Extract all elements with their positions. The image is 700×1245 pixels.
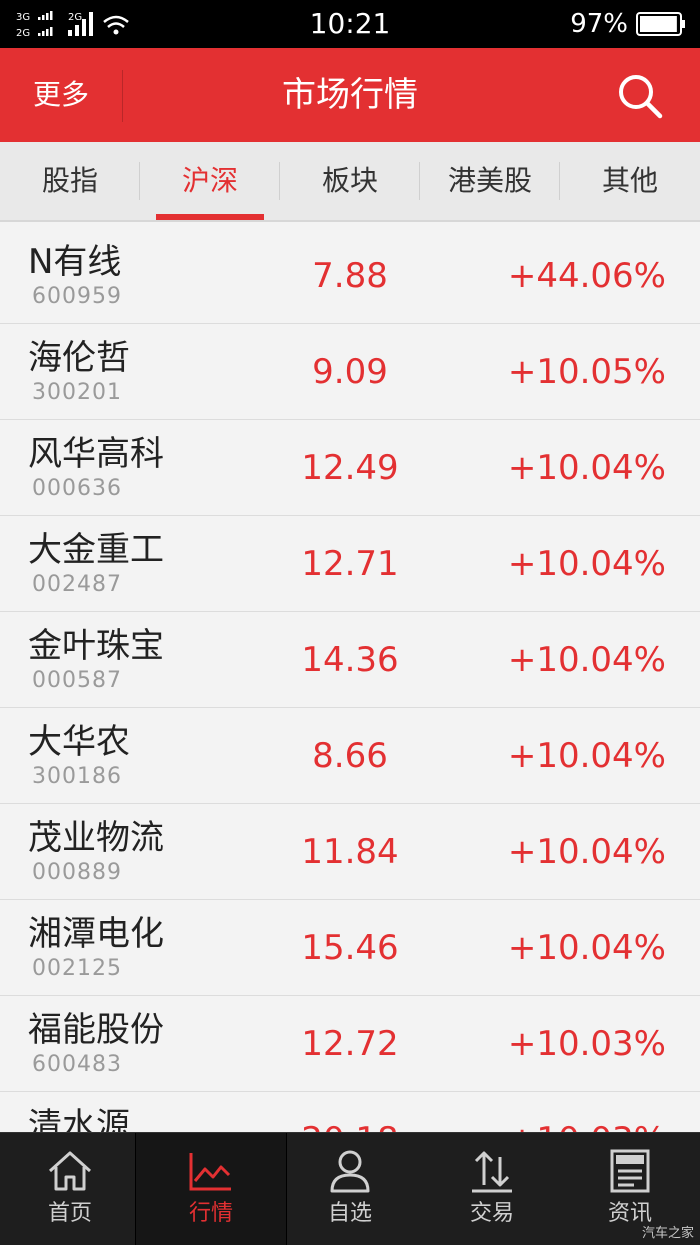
stock-change: +10.04% xyxy=(507,544,666,584)
chart-icon xyxy=(189,1153,231,1191)
stock-change: +10.04% xyxy=(507,928,666,968)
market-tabs: 股指 沪深 板块 港美股 其他 xyxy=(0,142,700,222)
stock-list: N有线 600959 7.88 +44.06% 海伦哲 300201 9.09 … xyxy=(0,228,700,1132)
header-divider xyxy=(122,70,123,122)
stock-price: 8.66 xyxy=(312,736,388,776)
stock-row[interactable]: 湘潭电化 002125 15.46 +10.04% xyxy=(0,900,700,996)
stock-name: 湘潭电化 xyxy=(28,914,164,954)
stock-code: 002125 xyxy=(32,956,122,981)
stock-row[interactable]: N有线 600959 7.88 +44.06% xyxy=(0,228,700,324)
stock-name: 茂业物流 xyxy=(28,818,164,858)
stock-change: +10.03% xyxy=(507,1024,666,1064)
nav-watchlist[interactable]: 自选 xyxy=(280,1133,420,1245)
tab-label: 其他 xyxy=(601,164,658,197)
stock-row[interactable]: 金叶珠宝 000587 14.36 +10.04% xyxy=(0,612,700,708)
tab-sectors[interactable]: 板块 xyxy=(280,142,420,220)
stock-code: 002487 xyxy=(32,572,122,597)
stock-change: +10.04% xyxy=(507,736,666,776)
stock-code: 600483 xyxy=(32,1052,122,1077)
stock-price: 12.49 xyxy=(301,448,399,488)
home-icon xyxy=(48,1151,92,1191)
watermark: 汽车之家 xyxy=(641,1226,694,1241)
tab-label: 股指 xyxy=(41,164,98,197)
battery-percent: 97% xyxy=(570,9,628,39)
stock-price: 15.46 xyxy=(301,928,399,968)
stock-price: 12.71 xyxy=(301,544,399,584)
search-icon[interactable] xyxy=(616,72,664,120)
stock-name: N有线 xyxy=(28,242,122,282)
stock-row[interactable]: 清水源 20.18 +10.03% xyxy=(0,1092,700,1132)
stock-change: +44.06% xyxy=(507,256,666,296)
stock-name: 风华高科 xyxy=(28,434,164,474)
stock-change: +10.04% xyxy=(507,448,666,488)
news-icon xyxy=(610,1149,650,1193)
nav-label: 自选 xyxy=(327,1201,372,1226)
stock-row[interactable]: 大金重工 002487 12.71 +10.04% xyxy=(0,516,700,612)
stock-name: 清水源 xyxy=(28,1106,130,1132)
stock-row[interactable]: 大华农 300186 8.66 +10.04% xyxy=(0,708,700,804)
stock-code: 300201 xyxy=(32,380,122,405)
nav-home[interactable]: 首页 xyxy=(0,1133,140,1245)
stock-code: 300186 xyxy=(32,764,122,789)
tab-index[interactable]: 股指 xyxy=(0,142,140,220)
page-title: 市场行情 xyxy=(282,75,418,115)
more-button[interactable]: 更多 xyxy=(0,48,122,142)
stock-name: 大华农 xyxy=(28,722,130,762)
stock-name: 福能股份 xyxy=(28,1010,164,1050)
tab-label: 板块 xyxy=(321,164,378,197)
stock-price: 11.84 xyxy=(301,832,399,872)
stock-row[interactable]: 海伦哲 300201 9.09 +10.05% xyxy=(0,324,700,420)
stock-price: 14.36 xyxy=(301,640,399,680)
stock-code: 000636 xyxy=(32,476,122,501)
stock-price: 12.72 xyxy=(301,1024,399,1064)
tab-hk-us-stocks[interactable]: 港美股 xyxy=(420,142,560,220)
stock-name: 大金重工 xyxy=(28,530,164,570)
stock-change: +10.04% xyxy=(507,640,666,680)
nav-label: 交易 xyxy=(469,1201,514,1226)
tab-label: 港美股 xyxy=(447,164,532,197)
stock-code: 000587 xyxy=(32,668,122,693)
tab-other[interactable]: 其他 xyxy=(560,142,700,220)
bottom-nav: 首页 行情 自选 交易 资讯 汽车之家 xyxy=(0,1132,700,1245)
stock-name: 金叶珠宝 xyxy=(28,626,164,666)
stock-code: 000889 xyxy=(32,860,122,885)
active-tab-indicator xyxy=(156,214,264,220)
stock-row[interactable]: 风华高科 000636 12.49 +10.04% xyxy=(0,420,700,516)
stock-change: +10.05% xyxy=(507,352,666,392)
app-header: 更多 市场行情 xyxy=(0,48,700,142)
stock-price: 7.88 xyxy=(312,256,388,296)
stock-change: +10.04% xyxy=(507,832,666,872)
stock-price: 9.09 xyxy=(312,352,388,392)
stock-change: +10.03% xyxy=(508,1118,666,1132)
nav-trade[interactable]: 交易 xyxy=(422,1133,562,1245)
nav-label: 行情 xyxy=(188,1201,233,1226)
stock-row[interactable]: 茂业物流 000889 11.84 +10.04% xyxy=(0,804,700,900)
tab-label: 沪深 xyxy=(181,164,238,197)
stock-price: 20.18 xyxy=(250,1118,450,1132)
stock-row[interactable]: 福能股份 600483 12.72 +10.03% xyxy=(0,996,700,1092)
nav-market[interactable]: 行情 xyxy=(136,1133,286,1245)
trade-arrows-icon xyxy=(472,1151,512,1193)
stock-name: 海伦哲 xyxy=(28,338,130,378)
battery-icon xyxy=(636,12,685,36)
status-bar: 3G 2G 2G 10:21 97% xyxy=(0,0,700,48)
nav-label: 首页 xyxy=(47,1201,92,1226)
stock-code: 600959 xyxy=(32,284,122,309)
tab-shanghai-shenzhen[interactable]: 沪深 xyxy=(140,142,280,220)
person-icon xyxy=(330,1150,370,1193)
